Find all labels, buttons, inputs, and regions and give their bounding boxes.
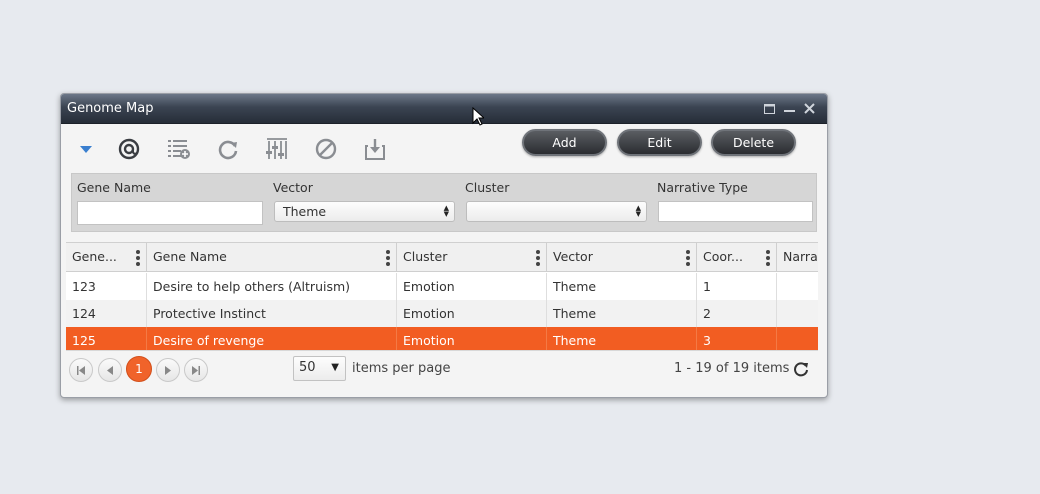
mouse-cursor-icon xyxy=(472,107,484,126)
cell-coordinate: 2 xyxy=(697,300,777,327)
column-header-label: Cluster xyxy=(403,249,448,264)
genome-map-window: Genome Map Add Edit Delete Gene Name Vec… xyxy=(60,93,828,398)
column-header-label: Narra xyxy=(783,249,818,264)
filter-dropdown-icon[interactable] xyxy=(71,134,101,164)
maximize-icon[interactable] xyxy=(759,99,779,119)
column-settings-icon[interactable] xyxy=(262,134,292,164)
last-page-icon xyxy=(192,365,200,375)
block-icon[interactable] xyxy=(311,134,341,164)
cell-gene-id: 125 xyxy=(66,327,147,350)
edit-button[interactable]: Edit xyxy=(617,129,702,156)
column-header-cluster[interactable]: Cluster xyxy=(397,243,547,272)
cell-narrative xyxy=(777,327,818,350)
add-button[interactable]: Add xyxy=(522,129,607,156)
pager-summary: 1 - 19 of 19 items xyxy=(674,361,790,376)
table-row-selected[interactable]: 125 Desire of revenge Emotion Theme 3 xyxy=(66,327,818,350)
cluster-select[interactable]: ▲ ▼ xyxy=(466,201,647,222)
cell-vector: Theme xyxy=(547,300,697,327)
refresh-icon[interactable] xyxy=(213,134,243,164)
cell-vector: Theme xyxy=(547,327,697,350)
table-row[interactable]: 123 Desire to help others (Altruism) Emo… xyxy=(66,273,818,300)
narrative-type-input[interactable] xyxy=(658,201,813,222)
toolbar: Add Edit Delete xyxy=(61,124,827,172)
title-bar[interactable]: Genome Map xyxy=(61,94,827,124)
column-header-gene-name[interactable]: Gene Name xyxy=(147,243,397,272)
column-header-label: Coor... xyxy=(703,249,743,264)
cell-vector: Theme xyxy=(547,273,697,300)
cell-gene-name: Desire of revenge xyxy=(147,327,397,350)
items-per-page-label: items per page xyxy=(352,361,451,376)
cell-narrative xyxy=(777,300,818,327)
column-header-coordinate[interactable]: Coor... xyxy=(697,243,777,272)
search-at-icon[interactable] xyxy=(114,134,144,164)
pager-refresh-icon[interactable] xyxy=(793,361,809,381)
chevron-down-icon: ▼ xyxy=(331,362,339,373)
cell-cluster: Emotion xyxy=(397,327,547,350)
filter-panel: Gene Name Vector Theme ▲ ▼ Cluster ▲ ▼ Nar… xyxy=(71,173,817,232)
cell-gene-name: Desire to help others (Altruism) xyxy=(147,273,397,300)
column-menu-icon[interactable] xyxy=(536,250,540,266)
vector-select-value: Theme xyxy=(283,204,327,219)
cell-gene-id: 123 xyxy=(66,273,147,300)
select-arrows-icon: ▲ ▼ xyxy=(443,204,449,218)
column-header-gene-id[interactable]: Gene... xyxy=(66,243,147,272)
select-arrows-icon: ▲ ▼ xyxy=(635,204,641,218)
column-header-label: Gene Name xyxy=(153,249,227,264)
vector-select[interactable]: Theme ▲ ▼ xyxy=(274,201,455,222)
page-size-select[interactable]: 50 ▼ xyxy=(293,356,346,381)
cell-cluster: Emotion xyxy=(397,273,547,300)
grid-header: Gene... Gene Name Cluster Vector Coor...… xyxy=(66,243,818,272)
window-title: Genome Map xyxy=(67,101,154,116)
prev-page-button[interactable] xyxy=(98,358,122,382)
minimize-icon[interactable] xyxy=(779,99,799,119)
gene-name-input[interactable] xyxy=(77,201,263,225)
cluster-label: Cluster xyxy=(465,180,510,195)
narrative-type-label: Narrative Type xyxy=(657,180,748,195)
column-menu-icon[interactable] xyxy=(136,250,140,266)
next-page-button[interactable] xyxy=(156,358,180,382)
cell-gene-id: 124 xyxy=(66,300,147,327)
cell-cluster: Emotion xyxy=(397,300,547,327)
gene-name-label: Gene Name xyxy=(77,180,151,195)
column-header-label: Gene... xyxy=(72,249,117,264)
data-grid: Gene... Gene Name Cluster Vector Coor...… xyxy=(66,242,818,350)
cell-gene-name: Protective Instinct xyxy=(147,300,397,327)
first-page-button[interactable] xyxy=(69,358,93,382)
column-header-vector[interactable]: Vector xyxy=(547,243,697,272)
vector-label: Vector xyxy=(273,180,313,195)
first-page-icon xyxy=(77,365,85,375)
table-row[interactable]: 124 Protective Instinct Emotion Theme 2 xyxy=(66,300,818,327)
cell-coordinate: 1 xyxy=(697,273,777,300)
column-menu-icon[interactable] xyxy=(766,250,770,266)
prev-page-icon xyxy=(107,365,113,375)
add-to-list-icon[interactable] xyxy=(164,134,194,164)
export-icon[interactable] xyxy=(360,134,390,164)
page-size-value: 50 xyxy=(299,360,316,375)
close-icon[interactable] xyxy=(799,99,819,119)
cell-coordinate: 3 xyxy=(697,327,777,350)
pager: 1 50 ▼ items per page 1 - 19 of 19 items xyxy=(66,350,818,390)
last-page-button[interactable] xyxy=(184,358,208,382)
column-header-narrative[interactable]: Narra xyxy=(777,243,818,272)
column-header-label: Vector xyxy=(553,249,593,264)
column-menu-icon[interactable] xyxy=(386,250,390,266)
column-menu-icon[interactable] xyxy=(686,250,690,266)
cell-narrative xyxy=(777,273,818,300)
current-page-button[interactable]: 1 xyxy=(126,356,152,382)
next-page-icon xyxy=(165,365,171,375)
delete-button[interactable]: Delete xyxy=(711,129,796,156)
